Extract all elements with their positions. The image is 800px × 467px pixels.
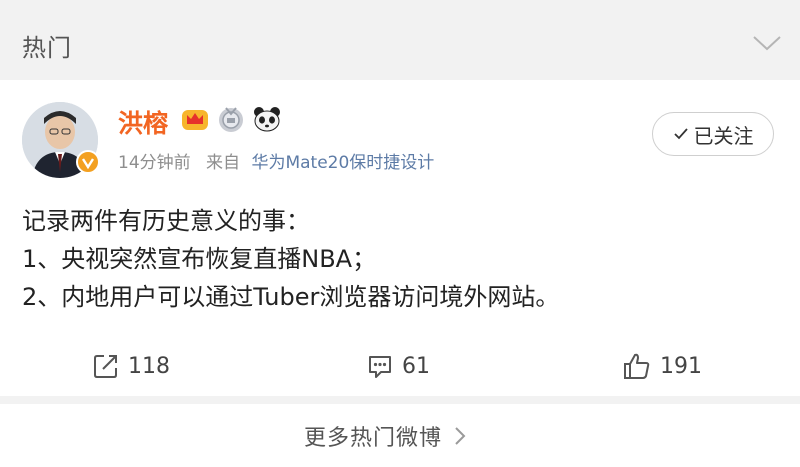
author-name[interactable]: 洪榕: [118, 104, 168, 140]
post-line: 2、内地用户可以通过Tuber浏览器访问境外网站。: [22, 283, 560, 311]
more-bar: 更多热门微博: [0, 404, 800, 467]
follow-button[interactable]: 已关注: [652, 112, 774, 156]
repost-button[interactable]: 118: [92, 348, 170, 384]
comment-count: 61: [402, 353, 430, 379]
post-line: 1、央视突然宣布恢复直播NBA；: [22, 245, 377, 273]
section-title: 热门: [22, 34, 72, 62]
page: 热门 洪榕 14分钟前 来自 华为Mate20保时捷设计 已关注 记录两件有历史…: [0, 0, 800, 467]
chevron-down-icon[interactable]: [752, 34, 782, 52]
thumbs-up-icon: [624, 353, 650, 379]
like-button[interactable]: 191: [622, 348, 702, 384]
section-header: 热门: [0, 0, 800, 80]
post-source-link[interactable]: 华为Mate20保时捷设计: [251, 153, 434, 173]
comment-icon: [369, 356, 391, 378]
action-bar: 118 61 191: [0, 336, 800, 396]
post-line: 记录两件有历史意义的事：: [22, 207, 310, 235]
post-body: 记录两件有历史意义的事： 1、央视突然宣布恢复直播NBA； 2、内地用户可以通过…: [22, 202, 782, 316]
like-count: 191: [660, 353, 702, 379]
repost-count: 118: [128, 353, 170, 379]
post-meta: 14分钟前 来自 华为Mate20保时捷设计: [118, 148, 434, 173]
panda-icon[interactable]: [252, 104, 282, 134]
repost-icon: [94, 355, 117, 378]
follow-label: 已关注: [693, 123, 754, 148]
comment-button[interactable]: 61: [366, 348, 430, 384]
from-label: 来自: [206, 153, 241, 173]
chevron-right-icon: [455, 427, 466, 445]
check-icon: [673, 128, 688, 140]
verified-badge-icon: [76, 150, 100, 174]
post-time: 14分钟前: [118, 153, 191, 173]
more-hot-posts-link[interactable]: 更多热门微博: [304, 420, 466, 452]
crown-icon[interactable]: [180, 104, 210, 134]
more-label: 更多热门微博: [304, 426, 443, 451]
medal-icon[interactable]: [216, 104, 246, 134]
author-badges: [180, 102, 282, 136]
